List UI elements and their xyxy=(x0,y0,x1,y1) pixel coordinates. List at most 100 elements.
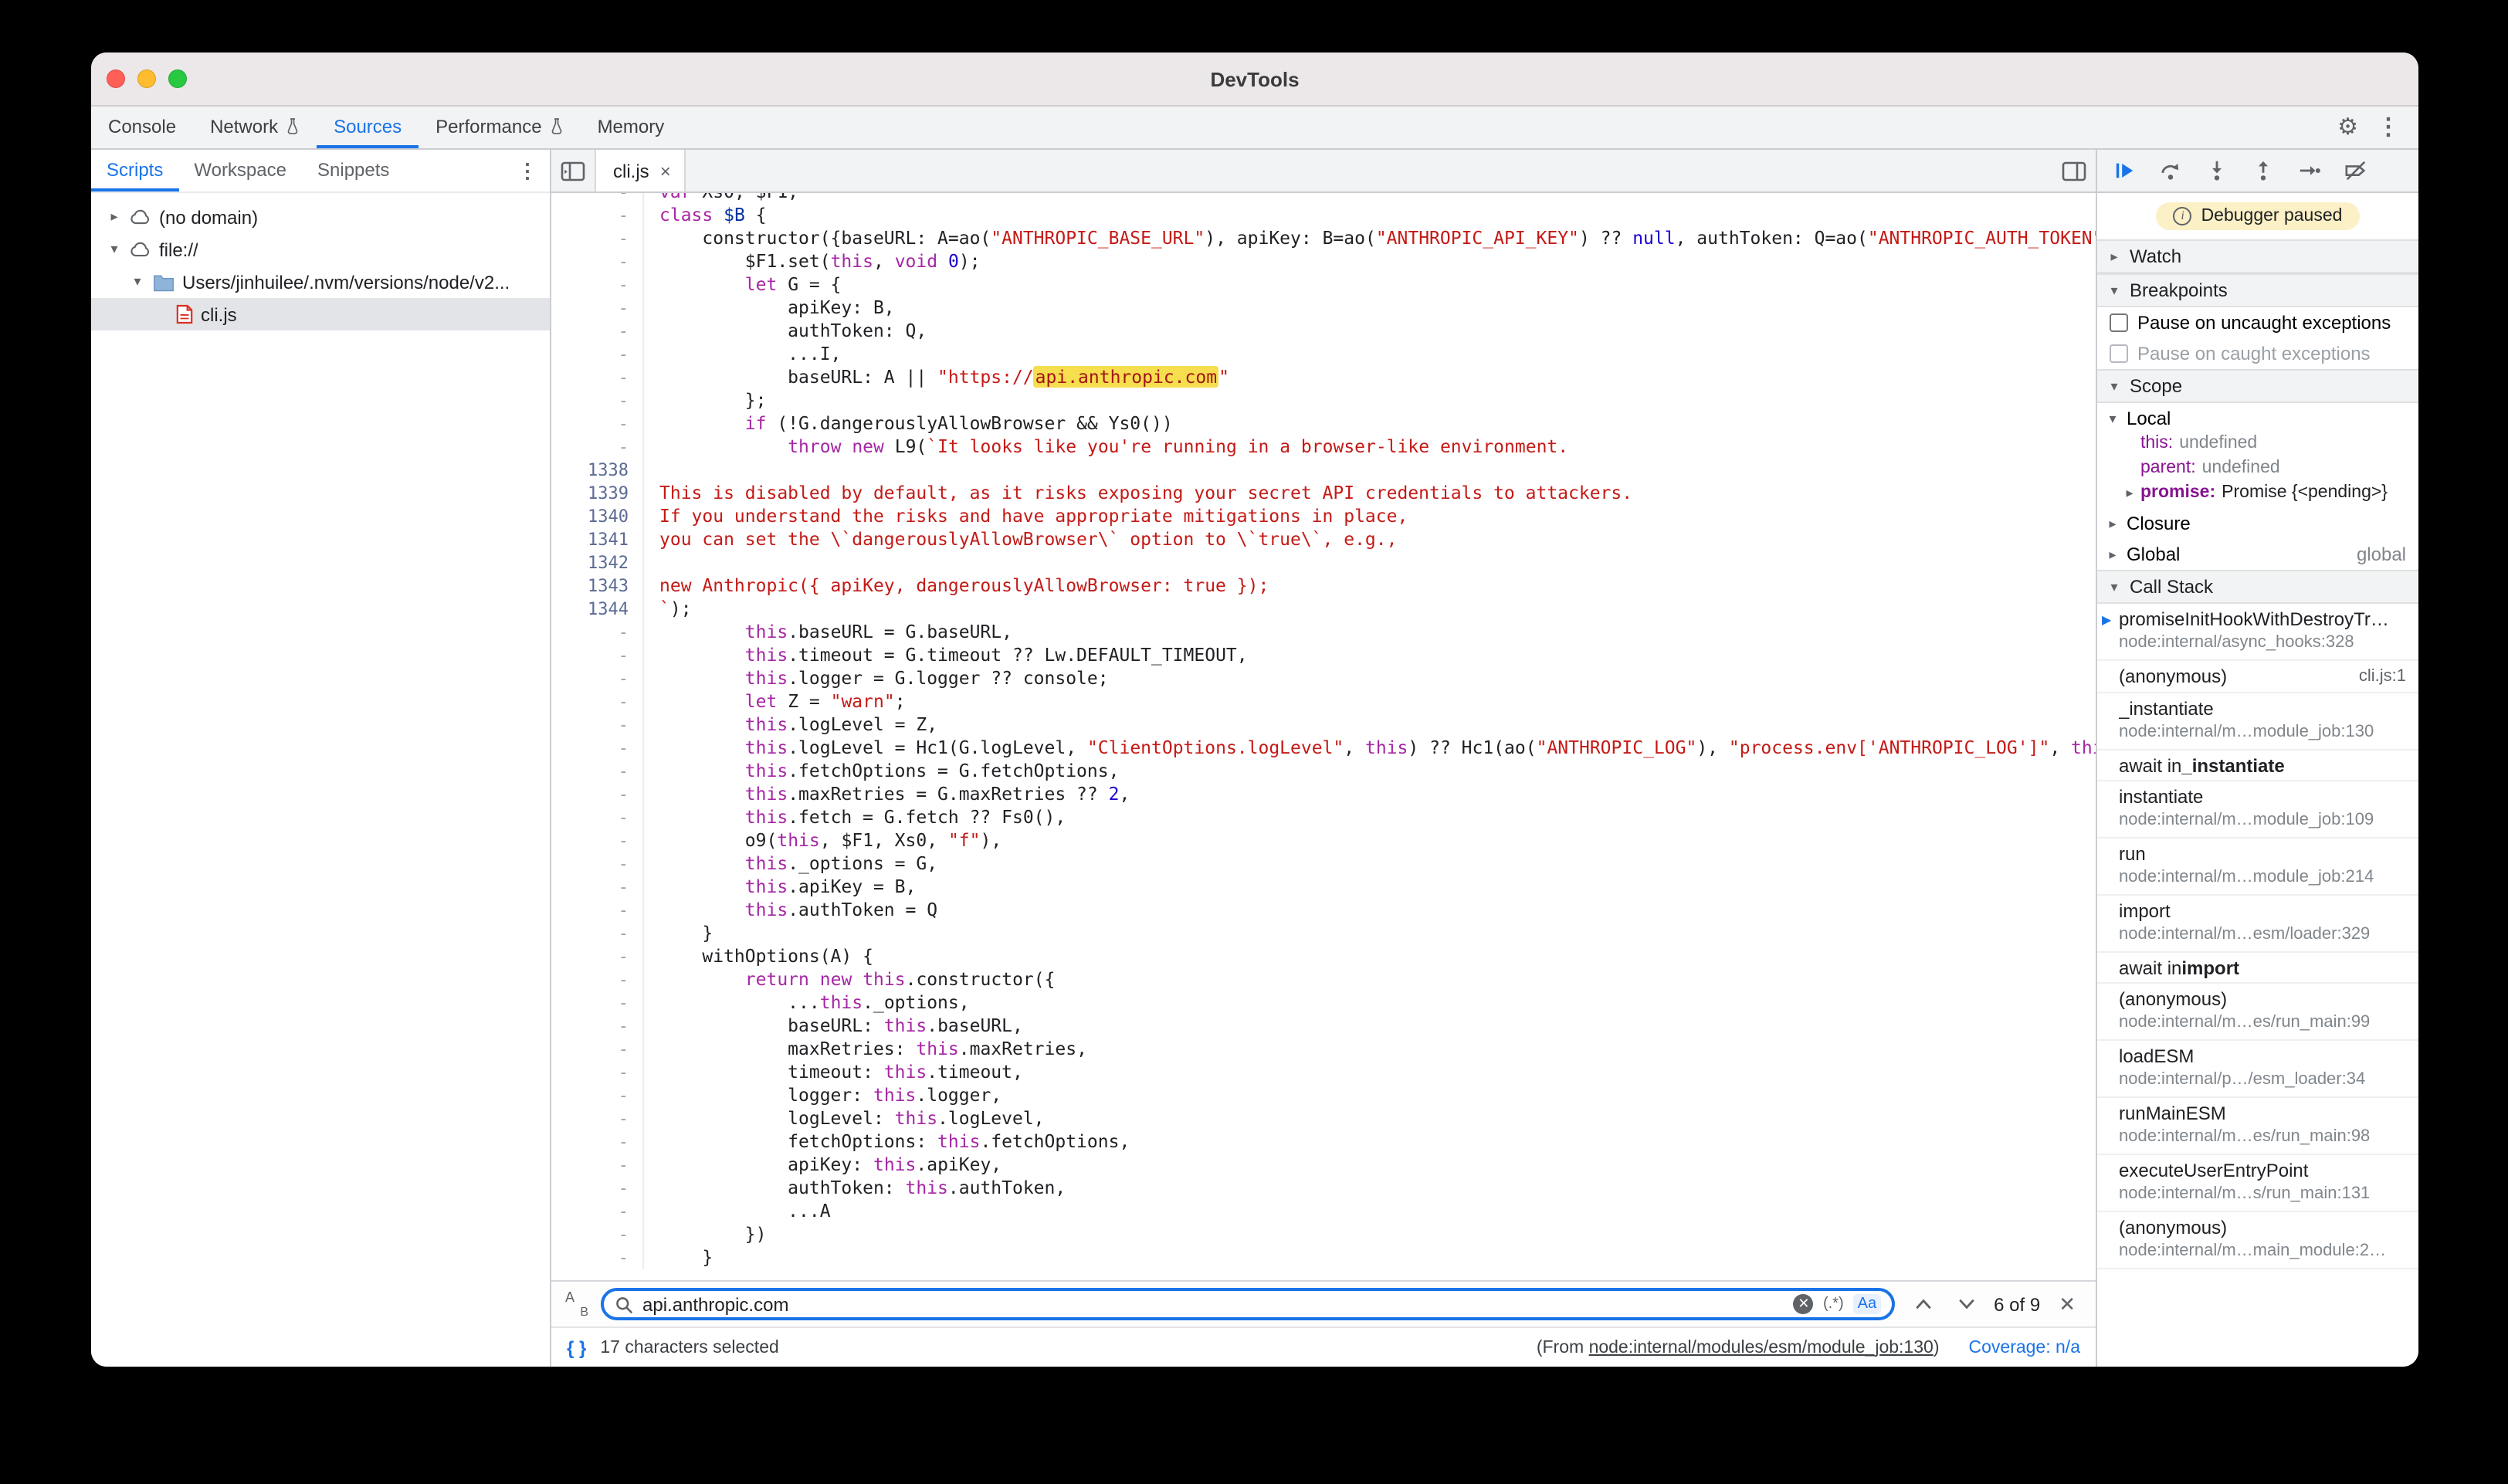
code-line-text[interactable]: } xyxy=(644,1246,713,1269)
scope-section-header[interactable]: ▾ Scope xyxy=(2097,369,2418,403)
code-line-text[interactable]: o9(this, $F1, Xs0, "f"), xyxy=(644,829,1002,852)
deactivate-breakpoints-button[interactable] xyxy=(2335,152,2377,189)
code-line-text[interactable]: let Z = "warn"; xyxy=(644,690,906,713)
callstack-frame[interactable]: importnode:internal/m…esm/loader:329 xyxy=(2097,896,2418,953)
line-number-gutter[interactable]: - xyxy=(551,899,644,922)
tree-item-file-[interactable]: ▾file:// xyxy=(91,233,550,266)
code-line-text[interactable]: new Anthropic({ apiKey, dangerouslyAllow… xyxy=(644,574,1269,598)
callstack-frame[interactable]: _instantiatenode:internal/m…module_job:1… xyxy=(2097,693,2418,750)
scope-group-local[interactable]: ▾Local xyxy=(2097,403,2418,434)
code-line-text[interactable]: apiKey: this.apiKey, xyxy=(644,1154,1002,1177)
line-number-gutter[interactable]: 1340 xyxy=(551,505,644,528)
line-number-gutter[interactable]: - xyxy=(551,1246,644,1269)
line-number-gutter[interactable]: - xyxy=(551,690,644,713)
breakpoints-section-header[interactable]: ▾ Breakpoints xyxy=(2097,273,2418,307)
line-number-gutter[interactable]: - xyxy=(551,968,644,991)
step-into-button[interactable] xyxy=(2196,152,2238,189)
code-line-text[interactable]: ...A xyxy=(644,1200,831,1223)
scope-variable-this[interactable]: this:undefined xyxy=(2097,434,2418,459)
checkbox[interactable] xyxy=(2110,344,2128,363)
code-line-text[interactable]: this.maxRetries = G.maxRetries ?? 2, xyxy=(644,783,1130,806)
replace-toggle-icon[interactable]: AB xyxy=(565,1293,588,1316)
callstack-frame[interactable]: (anonymous)cli.js:1 xyxy=(2097,661,2418,693)
coverage-link[interactable]: Coverage: n/a xyxy=(1969,1338,2081,1357)
code-line-text[interactable]: this.fetch = G.fetch ?? Fs0(), xyxy=(644,806,1066,829)
code-line-text[interactable]: logLevel: this.logLevel, xyxy=(644,1107,1045,1130)
code-line-text[interactable]: timeout: this.timeout, xyxy=(644,1061,1023,1084)
line-number-gutter[interactable]: - xyxy=(551,667,644,690)
line-number-gutter[interactable]: - xyxy=(551,273,644,296)
line-number-gutter[interactable]: - xyxy=(551,876,644,899)
code-line-text[interactable]: }) xyxy=(644,1223,767,1246)
code-line-text[interactable]: $F1.set(this, void 0); xyxy=(644,250,981,273)
zoom-window-button[interactable] xyxy=(168,69,187,88)
line-number-gutter[interactable]: - xyxy=(551,922,644,945)
line-number-gutter[interactable]: 1338 xyxy=(551,459,644,482)
regex-toggle[interactable]: (.*) xyxy=(1823,1296,1844,1313)
code-line-text[interactable]: this.timeout = G.timeout ?? Lw.DEFAULT_T… xyxy=(644,644,1248,667)
match-case-toggle[interactable]: Aa xyxy=(1853,1294,1881,1314)
close-search-icon[interactable]: ✕ xyxy=(2052,1292,2082,1316)
line-number-gutter[interactable]: - xyxy=(551,1038,644,1061)
code-line-text[interactable]: apiKey: B, xyxy=(644,296,895,320)
scope-group-global[interactable]: ▸Globalglobal xyxy=(2097,539,2418,570)
minimize-window-button[interactable] xyxy=(137,69,156,88)
line-number-gutter[interactable]: - xyxy=(551,644,644,667)
toggle-debugger-sidebar-icon[interactable] xyxy=(2052,150,2096,191)
tree-item-users-jinhuilee-nvm-versions-node-v2-[interactable]: ▾Users/jinhuilee/.nvm/versions/node/v2..… xyxy=(91,266,550,298)
code-line-text[interactable]: }; xyxy=(644,389,767,412)
line-number-gutter[interactable]: - xyxy=(551,412,644,435)
line-number-gutter[interactable]: - xyxy=(551,1223,644,1246)
line-number-gutter[interactable]: - xyxy=(551,1061,644,1084)
code-line-text[interactable]: this.logLevel = Z, xyxy=(644,713,937,737)
checkbox[interactable] xyxy=(2110,313,2128,332)
callstack-frame[interactable]: ▶promiseInitHookWithDestroyTr…node:inter… xyxy=(2097,604,2418,661)
navigator-tab-scripts[interactable]: Scripts xyxy=(91,150,178,191)
panel-tab-performance[interactable]: Performance xyxy=(419,107,580,148)
code-line-text[interactable]: If you understand the risks and have app… xyxy=(644,505,1408,528)
line-number-gutter[interactable]: - xyxy=(551,296,644,320)
chevron-down-icon[interactable]: ▾ xyxy=(107,241,122,258)
chevron-right-icon[interactable]: ▸ xyxy=(107,208,122,225)
callstack-frame[interactable]: (anonymous)node:internal/m…main_module:2… xyxy=(2097,1212,2418,1269)
code-line-text[interactable]: throw new L9(`It looks like you're runni… xyxy=(644,435,1568,459)
line-number-gutter[interactable]: - xyxy=(551,621,644,644)
code-line-text[interactable]: authToken: Q, xyxy=(644,320,927,343)
code-line-text[interactable]: logger: this.logger, xyxy=(644,1084,1002,1107)
code-line-text[interactable]: baseURL: this.baseURL, xyxy=(644,1015,1023,1038)
breakpoint-option[interactable]: Pause on uncaught exceptions xyxy=(2097,307,2418,338)
callstack-frame[interactable]: instantiatenode:internal/m…module_job:10… xyxy=(2097,781,2418,839)
code-line-text[interactable]: fetchOptions: this.fetchOptions, xyxy=(644,1130,1130,1154)
line-number-gutter[interactable]: - xyxy=(551,389,644,412)
line-number-gutter[interactable]: - xyxy=(551,1130,644,1154)
line-number-gutter[interactable]: - xyxy=(551,760,644,783)
panel-tab-sources[interactable]: Sources xyxy=(317,107,419,148)
code-line-text[interactable]: return new this.constructor({ xyxy=(644,968,1055,991)
line-number-gutter[interactable]: - xyxy=(551,1154,644,1177)
panel-tab-memory[interactable]: Memory xyxy=(581,107,682,148)
line-number-gutter[interactable]: - xyxy=(551,852,644,876)
breakpoint-option[interactable]: Pause on caught exceptions xyxy=(2097,338,2418,369)
code-line-text[interactable]: constructor({baseURL: A=ao("ANTHROPIC_BA… xyxy=(644,227,2096,250)
line-number-gutter[interactable]: - xyxy=(551,435,644,459)
code-line-text[interactable]: baseURL: A || "https://api.anthropic.com… xyxy=(644,366,1229,389)
line-number-gutter[interactable]: - xyxy=(551,193,644,204)
line-number-gutter[interactable]: - xyxy=(551,1015,644,1038)
code-line-text[interactable]: class $B { xyxy=(644,204,767,227)
search-input[interactable] xyxy=(642,1293,1784,1315)
line-number-gutter[interactable]: - xyxy=(551,829,644,852)
code-line-text[interactable]: this.apiKey = B, xyxy=(644,876,916,899)
callstack-frame[interactable]: (anonymous)node:internal/m…es/run_main:9… xyxy=(2097,984,2418,1041)
line-number-gutter[interactable]: 1343 xyxy=(551,574,644,598)
code-line-text[interactable]: withOptions(A) { xyxy=(644,945,873,968)
tree-item-cli-js[interactable]: cli.js xyxy=(91,298,550,330)
code-line-text[interactable]: you can set the \`dangerouslyAllowBrowse… xyxy=(644,528,1397,551)
code-line-text[interactable]: maxRetries: this.maxRetries, xyxy=(644,1038,1087,1061)
navigator-more-menu-icon[interactable]: ⋮ xyxy=(517,150,550,191)
code-editor[interactable]: -var Xs0, $F1,-class $B {- constructor({… xyxy=(551,193,2096,1280)
pretty-print-icon[interactable]: { } xyxy=(567,1337,586,1358)
code-line-text[interactable]: This is disabled by default, as it risks… xyxy=(644,482,1632,505)
line-number-gutter[interactable]: - xyxy=(551,204,644,227)
previous-match-button[interactable] xyxy=(1907,1299,1938,1310)
line-number-gutter[interactable]: 1342 xyxy=(551,551,644,574)
